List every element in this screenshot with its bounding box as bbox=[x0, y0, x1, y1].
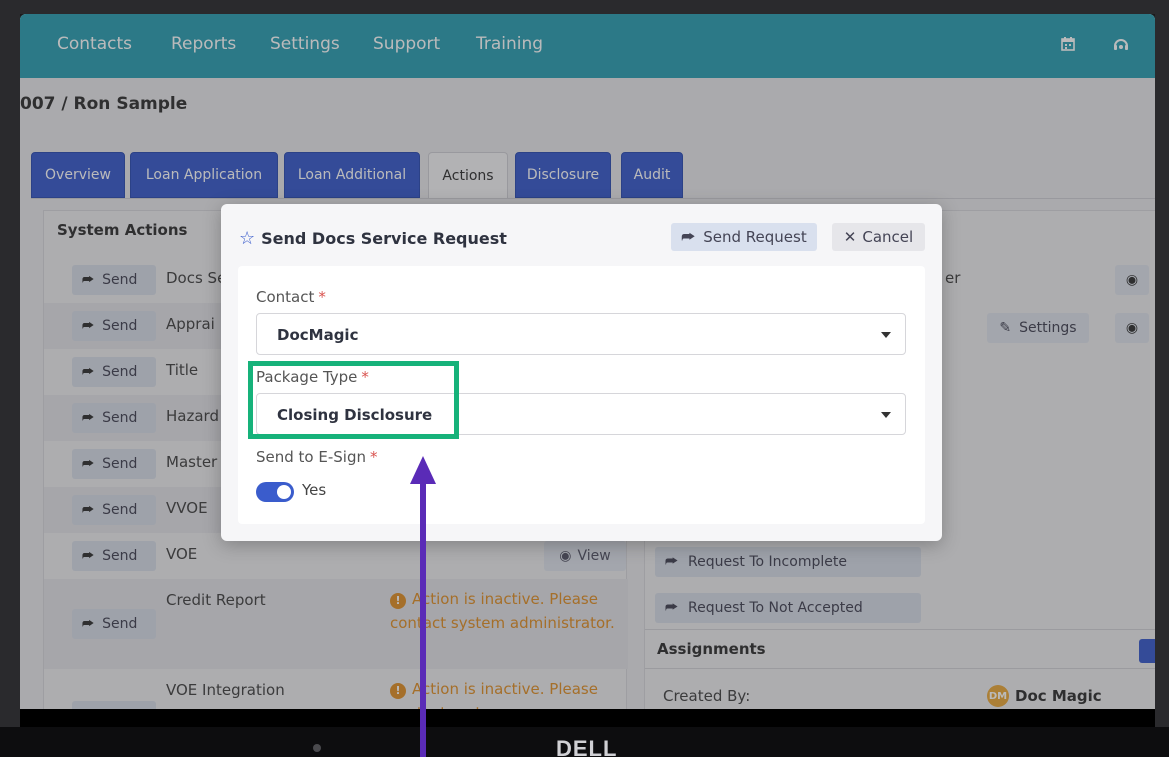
chevron-down-icon bbox=[881, 412, 891, 418]
close-icon: ✕ bbox=[843, 228, 857, 246]
bezel-right bbox=[1155, 0, 1169, 757]
esign-label: Send to E-Sign * bbox=[256, 448, 378, 466]
send-request-button[interactable]: ⮫ Send Request bbox=[671, 223, 817, 251]
screen: Contacts Reports Settings Support Traini… bbox=[20, 14, 1155, 709]
arrow-shaft bbox=[420, 480, 426, 757]
esign-toggle[interactable] bbox=[256, 482, 294, 502]
bezel-left bbox=[0, 0, 20, 757]
cancel-button[interactable]: ✕ Cancel bbox=[832, 223, 925, 251]
esign-toggle-label: Yes bbox=[302, 481, 327, 499]
brand-logo: DELL bbox=[556, 736, 618, 757]
contact-label: Contact * bbox=[256, 288, 326, 306]
modal-title: ☆ Send Docs Service Request bbox=[239, 228, 507, 249]
contact-select[interactable]: DocMagic bbox=[256, 313, 906, 355]
star-icon: ☆ bbox=[239, 228, 256, 249]
screen-bottom-strip bbox=[20, 709, 1155, 727]
share-icon: ⮫ bbox=[681, 228, 696, 246]
chevron-down-icon bbox=[881, 332, 891, 338]
highlight-box bbox=[248, 361, 459, 439]
bezel-top bbox=[0, 0, 1169, 14]
bezel-dot bbox=[313, 744, 321, 752]
